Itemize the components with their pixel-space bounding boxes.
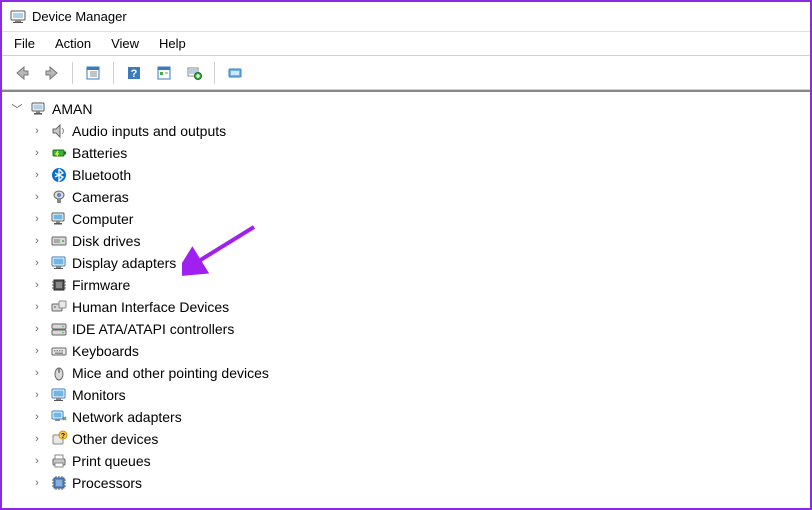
tree-node-label: Processors — [72, 475, 142, 491]
tree-node-network[interactable]: › Network adapters — [6, 406, 806, 428]
tree-node-other[interactable]: › ? Other devices — [6, 428, 806, 450]
mouse-icon — [50, 364, 68, 382]
device-tree: ﹀ AMAN › Audio inputs and outputs › Batt… — [6, 98, 806, 494]
chevron-right-icon[interactable]: › — [30, 388, 44, 402]
chevron-right-icon[interactable]: › — [30, 454, 44, 468]
tree-root-node[interactable]: ﹀ AMAN — [6, 98, 806, 120]
chevron-down-icon[interactable]: ﹀ — [10, 102, 24, 116]
display-icon — [50, 254, 68, 272]
tree-node-label: Audio inputs and outputs — [72, 123, 226, 139]
titlebar: Device Manager — [2, 2, 810, 32]
tree-node-firmware[interactable]: › Firmware — [6, 274, 806, 296]
keyboard-icon — [50, 342, 68, 360]
chevron-right-icon[interactable]: › — [30, 146, 44, 160]
tree-node-label: Human Interface Devices — [72, 299, 229, 315]
toolbar-separator — [113, 62, 114, 84]
chevron-right-icon[interactable]: › — [30, 124, 44, 138]
toolbar-forward-button[interactable] — [38, 60, 66, 86]
chevron-right-icon[interactable]: › — [30, 344, 44, 358]
toolbar-scan-hardware-button[interactable] — [180, 60, 208, 86]
menu-file[interactable]: File — [6, 34, 43, 53]
tree-node-bluetooth[interactable]: › Bluetooth — [6, 164, 806, 186]
other-icon: ? — [50, 430, 68, 448]
chevron-right-icon[interactable]: › — [30, 278, 44, 292]
tree-node-label: Network adapters — [72, 409, 182, 425]
computer-icon — [50, 210, 68, 228]
menu-view[interactable]: View — [103, 34, 147, 53]
menu-action[interactable]: Action — [47, 34, 99, 53]
toolbar-show-hidden-button[interactable] — [79, 60, 107, 86]
tree-node-cameras[interactable]: › Cameras — [6, 186, 806, 208]
menubar: File Action View Help — [2, 32, 810, 56]
tree-node-label: Batteries — [72, 145, 127, 161]
tree-node-ide[interactable]: › IDE ATA/ATAPI controllers — [6, 318, 806, 340]
svg-text:?: ? — [131, 68, 138, 80]
tree-node-computer[interactable]: › Computer — [6, 208, 806, 230]
tree-node-label: Print queues — [72, 453, 151, 469]
tree-node-keyboards[interactable]: › Keyboards — [6, 340, 806, 362]
window-title: Device Manager — [32, 9, 127, 24]
chevron-right-icon[interactable]: › — [30, 410, 44, 424]
ide-icon — [50, 320, 68, 338]
battery-icon — [50, 144, 68, 162]
audio-icon — [50, 122, 68, 140]
tree-node-label: Keyboards — [72, 343, 139, 359]
tree-node-processors[interactable]: › Processors — [6, 472, 806, 494]
chevron-right-icon[interactable]: › — [30, 366, 44, 380]
tree-node-label: IDE ATA/ATAPI controllers — [72, 321, 234, 337]
firmware-icon — [50, 276, 68, 294]
toolbar-back-button[interactable] — [8, 60, 36, 86]
tree-node-label: Firmware — [72, 277, 130, 293]
toolbar-separator — [72, 62, 73, 84]
tree-node-label: AMAN — [52, 101, 92, 117]
tree-node-mice[interactable]: › Mice and other pointing devices — [6, 362, 806, 384]
bluetooth-icon — [50, 166, 68, 184]
menu-help[interactable]: Help — [151, 34, 194, 53]
chevron-right-icon[interactable]: › — [30, 256, 44, 270]
chevron-right-icon[interactable]: › — [30, 432, 44, 446]
toolbar-separator — [214, 62, 215, 84]
network-icon — [50, 408, 68, 426]
tree-node-disk-drives[interactable]: › Disk drives — [6, 230, 806, 252]
tree-node-display-adapters[interactable]: › Display adapters — [6, 252, 806, 274]
tree-node-print[interactable]: › Print queues — [6, 450, 806, 472]
svg-text:?: ? — [61, 433, 65, 440]
tree-node-audio[interactable]: › Audio inputs and outputs — [6, 120, 806, 142]
chevron-right-icon[interactable]: › — [30, 322, 44, 336]
tree-node-label: Computer — [72, 211, 133, 227]
tree-node-label: Monitors — [72, 387, 126, 403]
tree-node-label: Other devices — [72, 431, 158, 447]
tree-node-label: Bluetooth — [72, 167, 131, 183]
chevron-right-icon[interactable]: › — [30, 168, 44, 182]
tree-node-label: Mice and other pointing devices — [72, 365, 269, 381]
tree-node-monitors[interactable]: › Monitors — [6, 384, 806, 406]
device-manager-window: Device Manager File Action View Help ? — [0, 0, 812, 510]
tree-node-label: Cameras — [72, 189, 129, 205]
chevron-right-icon[interactable]: › — [30, 212, 44, 226]
app-icon — [10, 9, 26, 25]
computer-root-icon — [30, 100, 48, 118]
tree-node-label: Display adapters — [72, 255, 176, 271]
toolbar-help-button[interactable]: ? — [120, 60, 148, 86]
tree-node-batteries[interactable]: › Batteries — [6, 142, 806, 164]
printer-icon — [50, 452, 68, 470]
device-tree-pane: ﹀ AMAN › Audio inputs and outputs › Batt… — [2, 90, 810, 508]
chevron-right-icon[interactable]: › — [30, 476, 44, 490]
hid-icon — [50, 298, 68, 316]
chevron-right-icon[interactable]: › — [30, 190, 44, 204]
monitor-icon — [50, 386, 68, 404]
tree-node-label: Disk drives — [72, 233, 140, 249]
disk-icon — [50, 232, 68, 250]
camera-icon — [50, 188, 68, 206]
chevron-right-icon[interactable]: › — [30, 234, 44, 248]
chevron-right-icon[interactable]: › — [30, 300, 44, 314]
toolbar-add-legacy-button[interactable] — [221, 60, 249, 86]
processor-icon — [50, 474, 68, 492]
toolbar-properties-button[interactable] — [150, 60, 178, 86]
tree-node-hid[interactable]: › Human Interface Devices — [6, 296, 806, 318]
toolbar: ? — [2, 56, 810, 90]
